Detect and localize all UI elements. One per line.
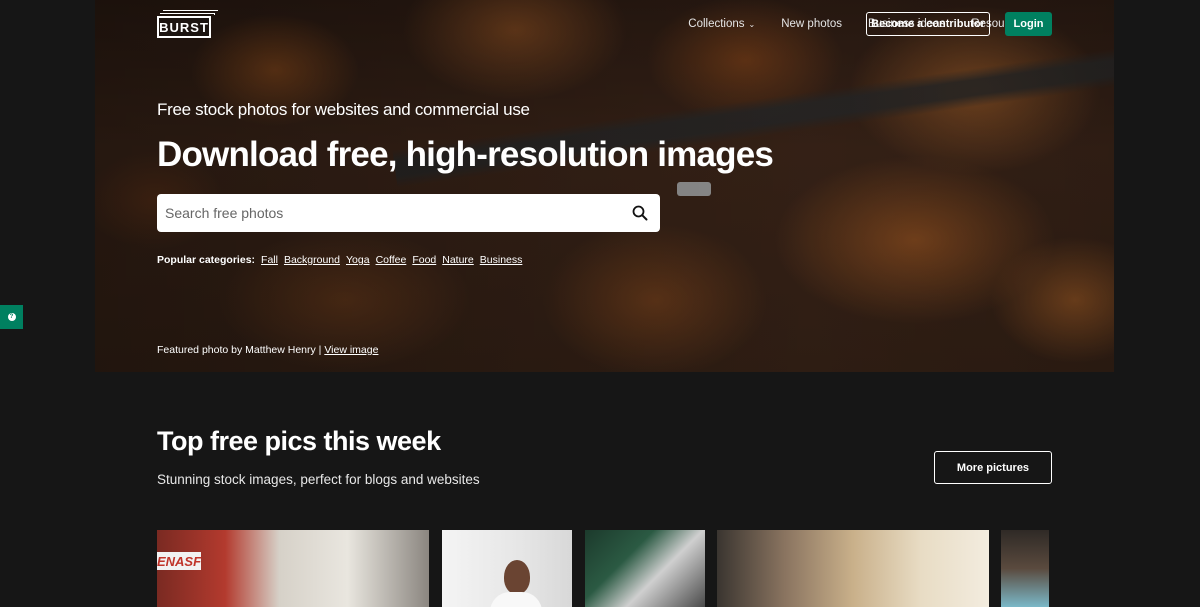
view-image-link[interactable]: View image	[324, 344, 378, 356]
popular-categories: Popular categories: Fall Background Yoga…	[157, 254, 528, 266]
main-nav: Collections ⌄ New photos Business ideas …	[662, 12, 1052, 36]
become-contributor-button[interactable]: Become a contributor	[866, 12, 990, 36]
category-link-background[interactable]: Background	[284, 254, 340, 266]
logo-text: BURST	[157, 16, 211, 38]
chevron-down-icon: ⌄	[748, 19, 756, 29]
photo-thumbnail[interactable]	[1001, 530, 1049, 607]
credit-text: Featured photo by Matthew Henry |	[157, 344, 322, 356]
hero-overlay	[95, 0, 1114, 372]
search-bar	[157, 194, 660, 232]
logo-layer	[163, 10, 218, 12]
category-link-coffee[interactable]: Coffee	[376, 254, 407, 266]
hero-banner	[95, 0, 1114, 372]
category-link-nature[interactable]: Nature	[442, 254, 474, 266]
hero-subtitle: Free stock photos for websites and comme…	[157, 100, 530, 119]
photo-thumbnail[interactable]	[442, 530, 572, 607]
login-button[interactable]: Login	[1005, 12, 1052, 36]
search-input[interactable]	[157, 194, 620, 232]
photo-thumbnail[interactable]: ENASF	[157, 530, 429, 607]
portrait-shirt	[490, 592, 542, 607]
category-link-food[interactable]: Food	[412, 254, 436, 266]
section-title: Top free pics this week	[157, 426, 441, 456]
photo-thumbnail[interactable]	[585, 530, 705, 607]
feedback-tab[interactable]: ?	[0, 305, 23, 329]
help-icon: ?	[7, 313, 16, 321]
storefront-sign: ENASF	[157, 552, 202, 570]
nav-label: Collections	[688, 18, 745, 30]
photo-credit: Featured photo by Matthew Henry | View i…	[157, 344, 378, 356]
more-pictures-button[interactable]: More pictures	[934, 451, 1052, 484]
section-subtitle: Stunning stock images, perfect for blogs…	[157, 472, 480, 487]
burst-logo[interactable]: BURST	[157, 10, 218, 38]
categories-label: Popular categories:	[157, 254, 256, 266]
nav-collections[interactable]: Collections ⌄	[688, 18, 755, 30]
photo-thumbnail[interactable]	[717, 530, 989, 607]
nav-new-photos[interactable]: New photos	[781, 18, 842, 30]
category-link-fall[interactable]: Fall	[261, 254, 278, 266]
category-link-yoga[interactable]: Yoga	[346, 254, 370, 266]
hero-title: Download free, high-resolution images	[157, 135, 774, 174]
nav-label: New photos	[781, 18, 842, 30]
search-icon[interactable]	[620, 194, 660, 232]
logo-layer	[160, 13, 215, 15]
category-link-business[interactable]: Business	[480, 254, 523, 266]
portrait-face	[504, 560, 530, 594]
